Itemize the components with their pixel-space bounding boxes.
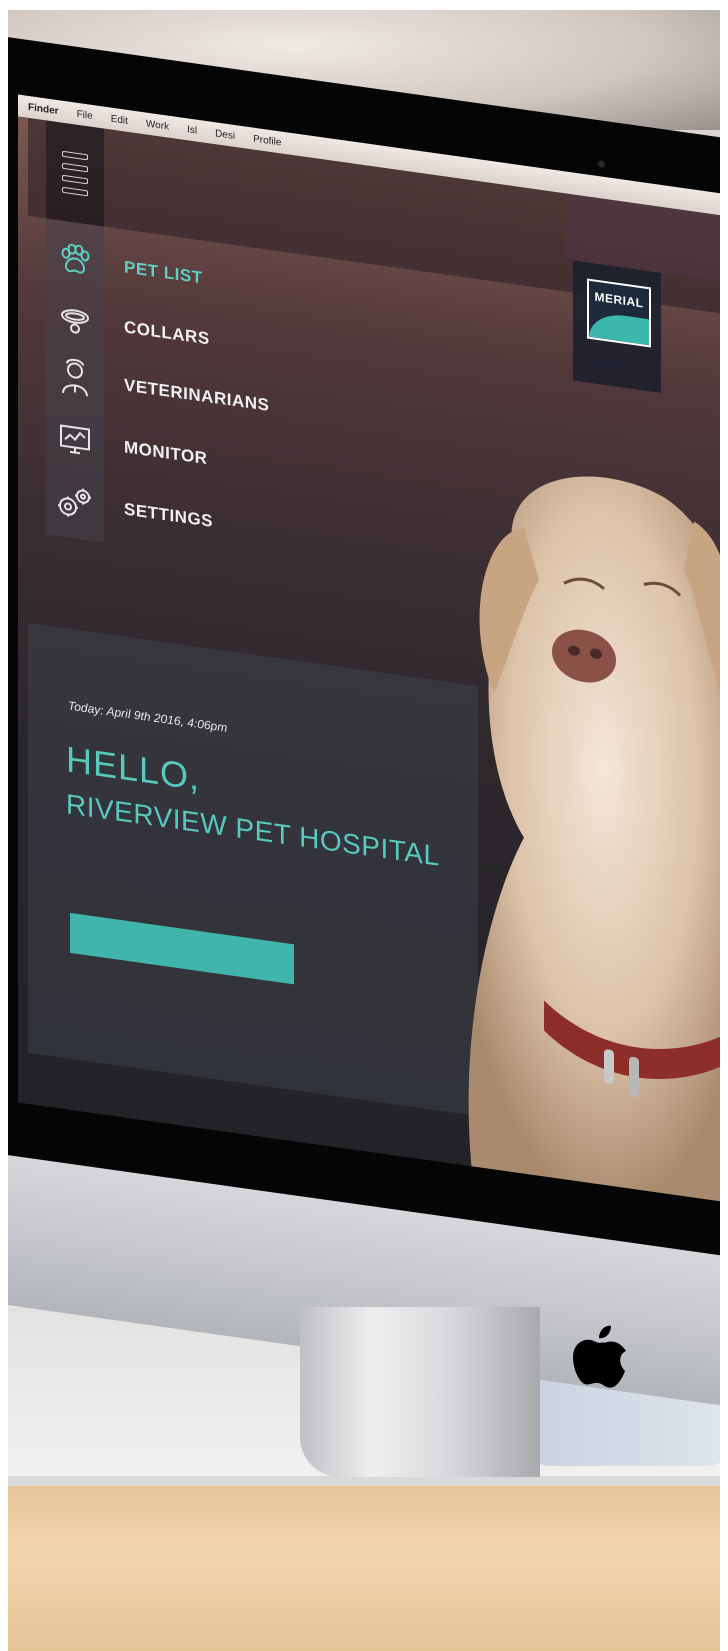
clinic-name: RIVERVIEW PET HOSPITAL bbox=[66, 788, 440, 872]
menu-file[interactable]: File bbox=[77, 108, 93, 121]
merial-logo[interactable]: MERIAL bbox=[587, 278, 651, 348]
desk-edge bbox=[8, 1476, 720, 1486]
menu-desi[interactable]: Desi bbox=[215, 128, 235, 142]
hamburger-line bbox=[62, 174, 88, 185]
wooden-desk bbox=[8, 1486, 720, 1651]
primary-action-button[interactable] bbox=[70, 912, 294, 985]
nav-label-veterinarians: VETERINARIANS bbox=[124, 375, 270, 415]
menu-profile[interactable]: Profile bbox=[253, 133, 281, 148]
dog-photo bbox=[468, 476, 720, 1204]
menu-edit[interactable]: Edit bbox=[111, 113, 128, 126]
collar-icon bbox=[46, 288, 104, 352]
logo-wave-shape bbox=[589, 310, 649, 346]
nav-label-collars: COLLARS bbox=[124, 317, 210, 349]
nav-label-monitor: MONITOR bbox=[124, 437, 208, 469]
menu-finder[interactable]: Finder bbox=[28, 101, 59, 116]
imac-stand bbox=[300, 1307, 540, 1477]
hamburger-line bbox=[62, 162, 88, 173]
nav-label-settings: SETTINGS bbox=[124, 499, 214, 531]
paw-icon bbox=[46, 228, 104, 292]
menu-isl[interactable]: Isl bbox=[187, 124, 197, 136]
logo-text: MERIAL bbox=[594, 289, 644, 311]
hamburger-line bbox=[62, 186, 88, 197]
monitor-icon bbox=[46, 408, 104, 472]
hamburger-menu-button[interactable] bbox=[46, 120, 104, 227]
nav-label-pet-list: PET LIST bbox=[124, 257, 203, 288]
welcome-panel: Today: April 9th 2016, 4:06pm HELLO, RIV… bbox=[28, 622, 478, 1117]
app-screen: MERIAL PET LIST COLLARS VETERINARIANS MO… bbox=[18, 116, 720, 1204]
apple-logo-icon bbox=[573, 1325, 626, 1388]
gears-icon bbox=[46, 470, 104, 534]
hamburger-line bbox=[62, 150, 88, 161]
imac-monitor: Finder File Edit Work Isl Desi Profile M… bbox=[8, 36, 720, 1411]
camera-dot bbox=[598, 160, 605, 169]
menu-work[interactable]: Work bbox=[146, 118, 169, 132]
current-date: Today: April 9th 2016, 4:06pm bbox=[68, 698, 228, 735]
logo-column: MERIAL bbox=[573, 260, 661, 393]
veterinarian-icon bbox=[46, 346, 104, 410]
photo-frame: Finder File Edit Work Isl Desi Profile M… bbox=[8, 10, 720, 1651]
greeting-heading: HELLO, bbox=[66, 738, 201, 799]
